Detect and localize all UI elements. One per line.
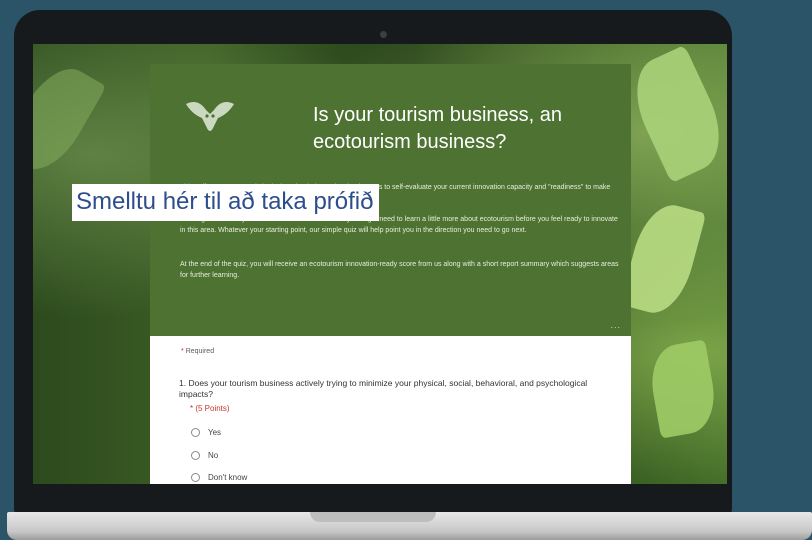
leaf-decoration (619, 198, 707, 320)
radio-button[interactable] (191, 473, 200, 482)
owl-logo-icon (186, 102, 234, 131)
leaf-decoration (33, 56, 107, 182)
screen: Is your tourism business, an ecotourism … (33, 44, 727, 484)
leaf-decoration (645, 339, 721, 439)
option-label: No (208, 451, 219, 460)
intro-paragraph: At the end of the quiz, you will receive… (180, 261, 619, 279)
option-yes[interactable]: Yes (191, 428, 221, 437)
question-points: * (5 Points) (190, 404, 230, 413)
radio-button[interactable] (191, 428, 200, 437)
required-label: Required (185, 348, 215, 355)
webcam-icon (380, 31, 387, 38)
more-options-icon[interactable]: ... (610, 320, 621, 330)
quiz-form: Is your tourism business, an ecotourism … (150, 64, 631, 484)
option-label: Don't know (208, 473, 248, 482)
option-label: Yes (208, 428, 222, 437)
required-star: * (181, 348, 184, 355)
form-title: Is your tourism business, an ecotourism … (313, 104, 562, 153)
take-quiz-link[interactable]: Smelltu hér til að taka prófið (72, 184, 380, 221)
option-no[interactable]: No (191, 451, 218, 460)
question-text: 1. Does your tourism business actively t… (179, 378, 588, 399)
radio-button[interactable] (191, 451, 200, 460)
option-dont-know[interactable]: Don't know (191, 473, 247, 482)
form-body: * Required 1. Does your tourism business… (150, 336, 631, 484)
leaf-decoration (620, 44, 727, 184)
laptop-base (7, 512, 812, 540)
laptop-notch (310, 512, 436, 522)
required-note: * Required (181, 348, 214, 355)
